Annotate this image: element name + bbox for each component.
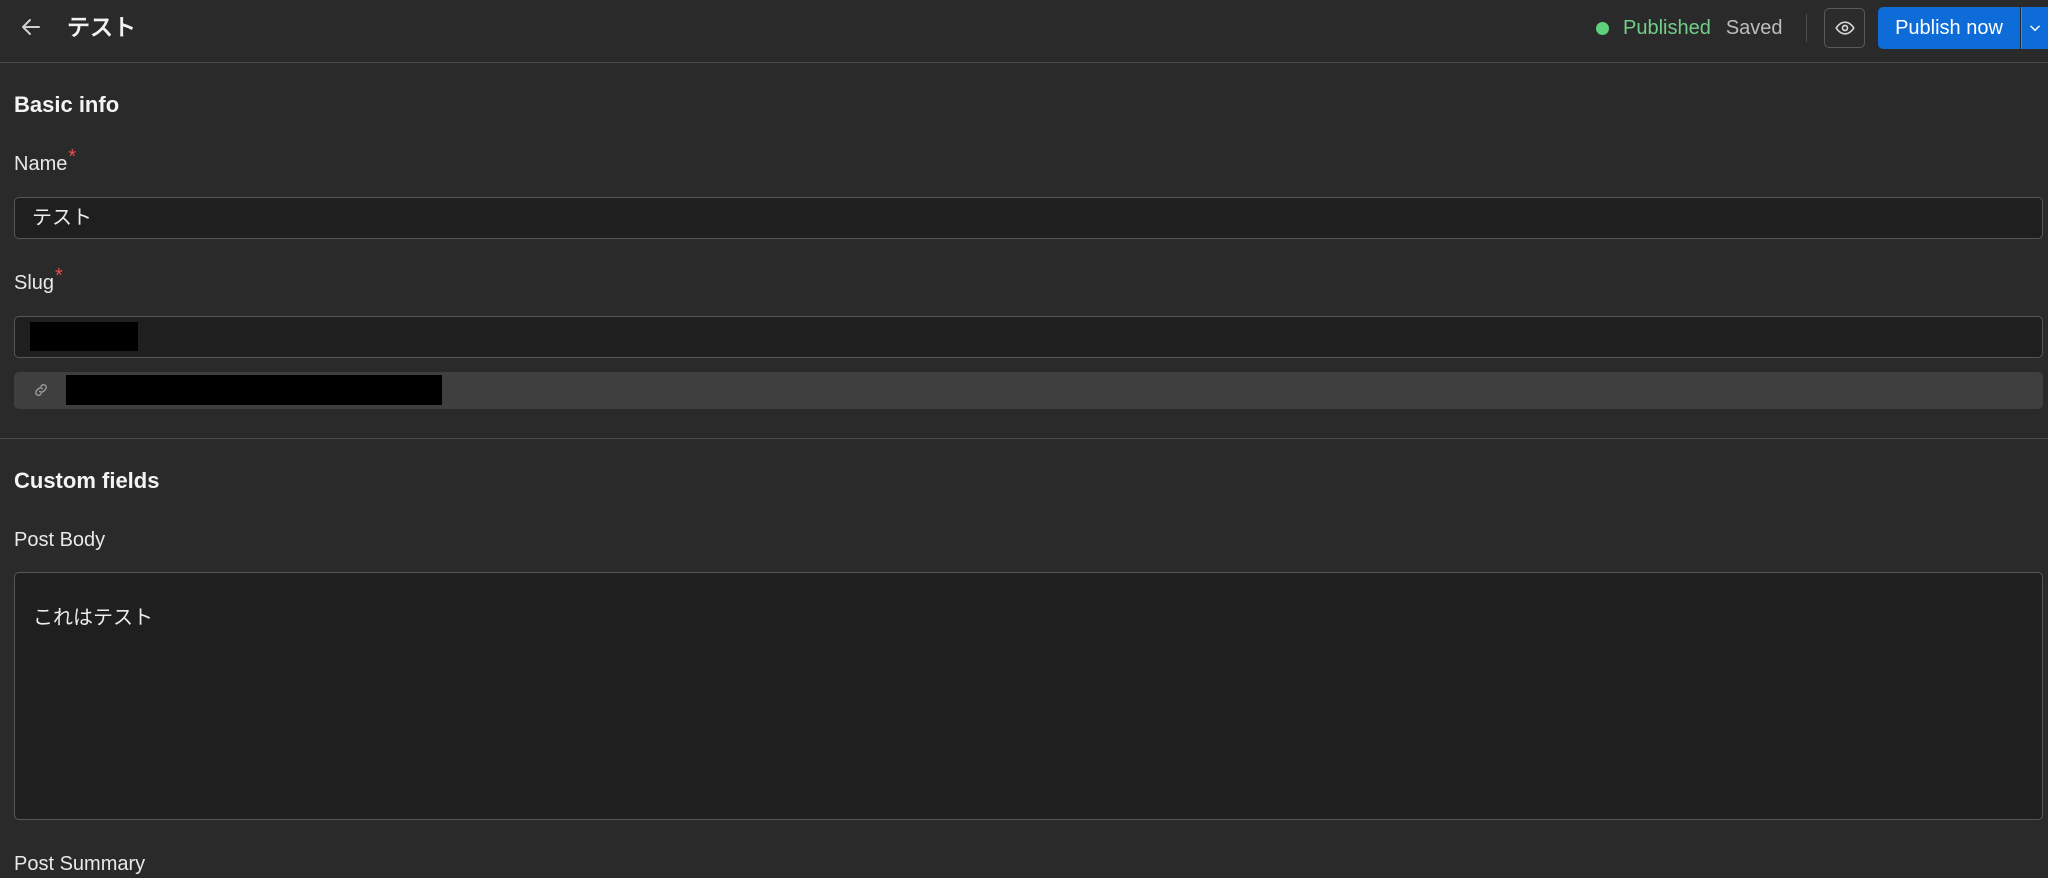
redacted-slug-value: [30, 322, 138, 351]
slug-input[interactable]: [14, 316, 2043, 358]
status-dot-icon: [1596, 21, 1609, 35]
publish-options-button[interactable]: [2021, 7, 2048, 49]
post-body-label: Post Body: [14, 529, 106, 551]
basic-info-heading: Basic info: [14, 92, 120, 117]
page-title: テスト: [67, 14, 136, 40]
name-label: Name*: [14, 146, 76, 176]
toolbar-divider: [1806, 14, 1807, 42]
eye-icon: [1834, 21, 1855, 35]
slug-label-text: Slug: [14, 272, 55, 294]
link-icon: [35, 384, 47, 396]
arrow-left-icon: [22, 19, 40, 35]
status-group: Published Saved: [1596, 14, 1783, 42]
required-mark: *: [55, 265, 63, 287]
slug-url-preview: [14, 372, 2043, 409]
chevron-down-icon: [2030, 25, 2040, 32]
required-mark: *: [68, 146, 77, 168]
section-divider: [0, 438, 2048, 439]
post-body-editor[interactable]: これはテスト: [14, 572, 2043, 820]
slug-label: Slug*: [14, 265, 63, 295]
preview-button[interactable]: [1824, 8, 1865, 48]
post-summary-label: Post Summary: [14, 853, 146, 875]
top-bar: テスト Published Saved Publish now: [0, 0, 2048, 63]
publish-now-button[interactable]: Publish now: [1878, 7, 2020, 49]
custom-fields-heading: Custom fields: [14, 468, 160, 493]
name-input[interactable]: テスト: [14, 197, 2043, 239]
status-badge: Published: [1623, 16, 1711, 39]
save-state: Saved: [1725, 16, 1783, 39]
back-button[interactable]: [16, 12, 46, 42]
name-label-text: Name: [14, 153, 68, 175]
redacted-url: [66, 375, 442, 405]
